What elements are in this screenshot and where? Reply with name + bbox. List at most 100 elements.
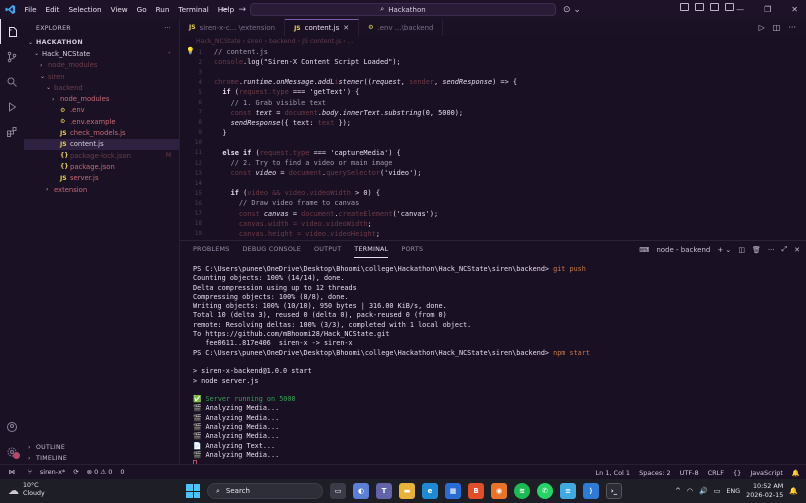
panel-tab-output[interactable]: OUTPUT — [314, 241, 341, 258]
code-line[interactable]: 18 canvas.width = video.videoWidth; — [180, 219, 780, 229]
code-line[interactable]: 6 // 1. Grab visible text — [180, 97, 780, 107]
maximize-panel-icon[interactable]: ⤢ — [782, 245, 788, 254]
explorer-icon[interactable] — [0, 19, 24, 44]
more-actions-icon[interactable]: ··· — [768, 246, 775, 254]
back-arrow-icon[interactable]: ← — [221, 5, 229, 15]
explorer-item[interactable]: ⌄ Hack_NCState • — [24, 48, 179, 59]
explorer-item[interactable]: JS check_models.js — [24, 127, 179, 138]
close-panel-icon[interactable]: ✕ — [794, 246, 800, 254]
code-line[interactable]: 10 — [180, 138, 780, 148]
copilot-icon[interactable]: ⊙ ⌄ — [563, 5, 581, 15]
code-line[interactable]: 7 const text = document.body.innerText.s… — [180, 108, 780, 118]
code-line[interactable]: 12 // 2. Try to find a video or main ima… — [180, 158, 780, 168]
split-terminal-icon[interactable]: ◫ — [738, 246, 745, 254]
firefox-icon[interactable]: ◉ — [491, 483, 507, 499]
menu-item-file[interactable]: File — [20, 0, 41, 19]
code-line[interactable]: 4 chrome.runtime.onMessage.addListener((r… — [180, 77, 780, 87]
toggle-sidebar-icon[interactable] — [680, 3, 689, 11]
command-center-search[interactable]: ⌕ Hackathon — [250, 3, 556, 16]
code-line[interactable]: 11 else if (request.type === 'captureMed… — [180, 148, 780, 158]
customize-layout-icon[interactable] — [725, 3, 734, 11]
toggle-secondary-sidebar-icon[interactable] — [710, 3, 719, 11]
forward-arrow-icon[interactable]: → — [239, 5, 247, 15]
bell-icon[interactable]: 🔔 — [792, 469, 800, 477]
more-actions-icon[interactable]: ··· — [788, 23, 796, 32]
close-icon[interactable]: ✕ — [791, 5, 798, 14]
toggle-panel-icon[interactable] — [695, 3, 704, 11]
code-line[interactable]: 2 console.log("Siren-X Content Script Loa… — [180, 57, 780, 67]
account-icon[interactable] — [0, 414, 24, 439]
code-line[interactable]: 15 if (video && video.videoWidth > 0) { — [180, 188, 780, 198]
brave-icon[interactable]: B — [468, 483, 484, 499]
remote-icon[interactable]: ⋈ — [0, 465, 24, 480]
explorer-item[interactable]: › node_modules — [24, 93, 179, 104]
task-view-icon[interactable]: ▭ — [330, 483, 346, 499]
whatsapp-icon[interactable]: ✆ — [537, 483, 553, 499]
menu-item-go[interactable]: Go — [132, 0, 151, 19]
encoding[interactable]: UTF-8 — [680, 469, 699, 477]
wifi-icon[interactable]: ◠ — [687, 487, 693, 495]
run-debug-icon[interactable] — [0, 94, 24, 119]
editor-tab[interactable]: JS siren-x-c... \extension — [180, 19, 286, 36]
windows-start-icon[interactable] — [186, 484, 200, 498]
store-icon[interactable]: ▦ — [445, 483, 461, 499]
code-line[interactable]: 1 // content.js — [180, 47, 780, 57]
problems-count[interactable]: ⊗ 0 ⚠ 0 — [87, 468, 113, 476]
code-line[interactable]: 9 } — [180, 128, 780, 138]
language-mode[interactable]: JavaScript — [750, 469, 783, 477]
terminal-output[interactable]: PS C:\Users\punee\OneDrive\Desktop\Bhoom… — [193, 265, 793, 469]
explorer-item[interactable]: ⌄ siren — [24, 71, 179, 82]
widgets-icon[interactable]: ◐ — [353, 483, 369, 499]
line-endings[interactable]: CRLF — [708, 469, 724, 477]
notifications-icon[interactable]: 🔔 — [789, 487, 798, 495]
code-line[interactable]: 17 const canvas = document.createElement… — [180, 209, 780, 219]
spotify-icon[interactable]: ≋ — [514, 483, 530, 499]
menu-item-view[interactable]: View — [106, 0, 132, 19]
extensions-icon[interactable] — [0, 119, 24, 144]
menu-item-run[interactable]: Run — [151, 0, 174, 19]
explorer-item[interactable]: ⚙ .env — [24, 105, 179, 116]
vscode-taskbar-icon[interactable]: ⟩ — [583, 483, 599, 499]
close-tab-icon[interactable]: ✕ — [343, 24, 349, 32]
terminal-name[interactable]: node - backend — [656, 246, 710, 254]
editor-tab[interactable]: JS content.js ✕ — [285, 19, 360, 36]
breadcrumb[interactable]: Hack_NCState › siren › backend › JS cont… — [180, 36, 806, 47]
settings-gear-icon[interactable] — [0, 439, 24, 464]
workspace-root[interactable]: ⌄ HACKATHON — [24, 37, 179, 48]
explorer-item[interactable]: › extension — [24, 184, 179, 195]
code-editor[interactable]: 1 // content.js 2 console.log("Siren-X Cont… — [180, 47, 780, 237]
run-icon[interactable]: ▷ — [759, 23, 765, 32]
explorer-item[interactable]: {} package.json — [24, 161, 179, 172]
notepad-icon[interactable]: ≡ — [560, 483, 576, 499]
terminal-taskbar-icon[interactable]: ›_ — [606, 483, 622, 499]
weather-widget[interactable]: ☁ 10°C Cloudy — [8, 482, 45, 498]
code-line[interactable]: 3 — [180, 67, 780, 77]
explorer-item[interactable]: ⌄ backend — [24, 82, 179, 93]
file-explorer-icon[interactable]: ▬ — [399, 483, 415, 499]
warnings-count[interactable]: 0 — [120, 468, 124, 476]
code-line[interactable]: 16 // Draw video frame to canvas — [180, 198, 780, 208]
clock[interactable]: 10:52 AM 2026-02-15 — [746, 482, 783, 500]
menu-item-selection[interactable]: Selection — [64, 0, 106, 19]
explorer-item[interactable]: ⚙ .env.example — [24, 116, 179, 127]
explorer-item[interactable]: {} package-lock.json M — [24, 150, 179, 161]
volume-icon[interactable]: 🔊 — [699, 487, 708, 495]
split-editor-icon[interactable]: ◫ — [773, 23, 781, 32]
cursor-position[interactable]: Ln 1, Col 1 — [595, 469, 630, 477]
kill-terminal-icon[interactable]: 🗑 — [752, 246, 761, 254]
language-indicator[interactable]: ENG — [726, 487, 740, 495]
code-line[interactable]: 13 const video = document.querySelector(… — [180, 168, 780, 178]
panel-tab-ports[interactable]: PORTS — [401, 241, 423, 258]
panel-tab-problems[interactable]: PROBLEMS — [193, 241, 229, 258]
restore-icon[interactable]: ❐ — [764, 5, 771, 14]
search-icon[interactable] — [0, 69, 24, 94]
teams-icon[interactable]: T — [376, 483, 392, 499]
more-actions-icon[interactable]: ··· — [164, 25, 171, 32]
explorer-item[interactable]: JS content.js — [24, 138, 179, 150]
code-line[interactable]: 14 — [180, 178, 780, 188]
minimize-icon[interactable]: — — [736, 5, 744, 14]
menu-item-terminal[interactable]: Terminal — [174, 0, 213, 19]
edge-icon[interactable]: e — [422, 483, 438, 499]
explorer-item[interactable]: › node_modules — [24, 60, 179, 71]
menu-item-edit[interactable]: Edit — [41, 0, 64, 19]
